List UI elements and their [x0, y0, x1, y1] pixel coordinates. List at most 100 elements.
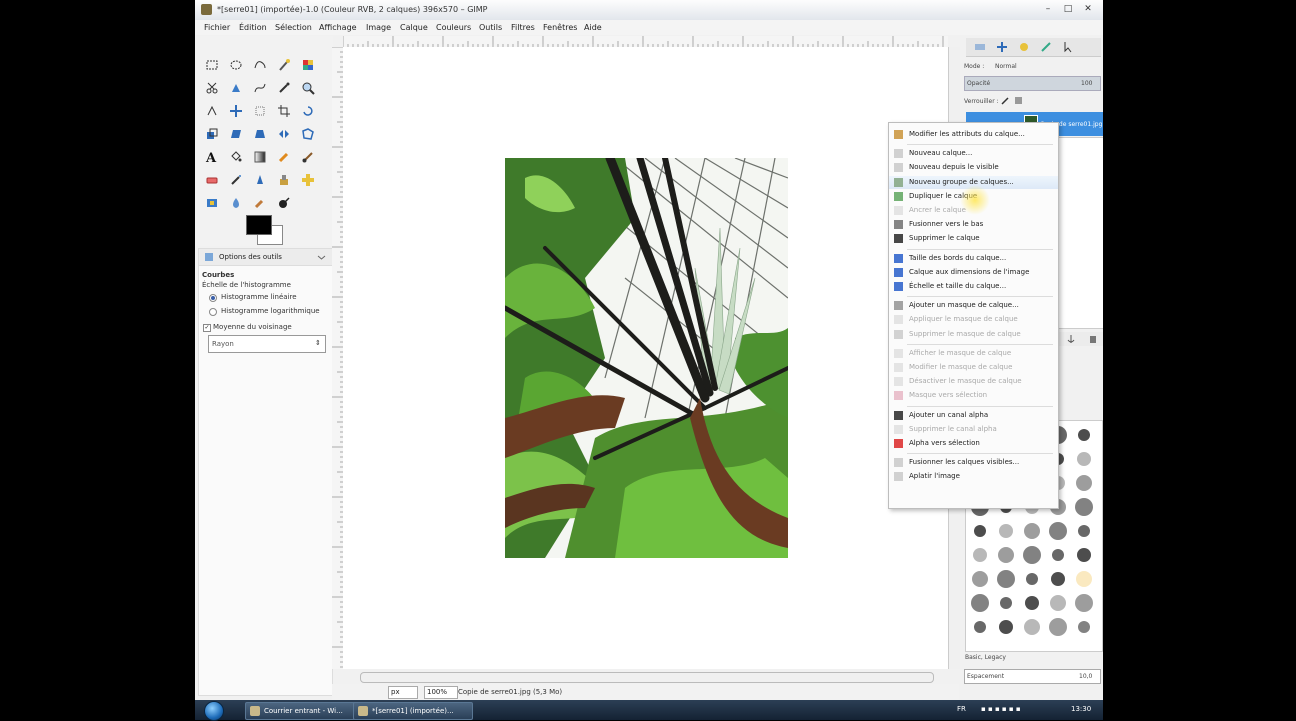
- tray-icons[interactable]: ▪ ▪ ▪ ▪ ▪ ▪: [981, 705, 1021, 713]
- context-menu-item[interactable]: Calque aux dimensions de l'image: [889, 266, 1058, 279]
- menu-calque[interactable]: Calque: [400, 23, 428, 32]
- brush-preset[interactable]: [1024, 523, 1040, 539]
- context-menu-item[interactable]: Nouveau calque...: [889, 147, 1058, 160]
- context-menu-item[interactable]: Aplatir l'image: [889, 470, 1058, 483]
- context-menu-item[interactable]: Ajouter un masque de calque...: [889, 299, 1058, 312]
- channels-tab-icon[interactable]: [996, 41, 1008, 53]
- start-button[interactable]: [204, 701, 224, 721]
- minimize-button[interactable]: –: [1039, 3, 1057, 16]
- lock-alpha-icon[interactable]: [1014, 96, 1023, 105]
- brush-preset[interactable]: [998, 547, 1014, 563]
- menu-aide[interactable]: Aide: [584, 23, 602, 32]
- averaging-checkbox[interactable]: ✓: [203, 324, 211, 332]
- pencil-icon[interactable]: [275, 148, 293, 166]
- brush-preset[interactable]: [1077, 452, 1091, 466]
- measure-icon[interactable]: [203, 102, 221, 120]
- log-histogram-radio[interactable]: [209, 308, 217, 316]
- rect-select-icon[interactable]: [203, 56, 221, 74]
- blur-icon[interactable]: [227, 194, 245, 212]
- brush-preset[interactable]: [1078, 621, 1090, 633]
- brush-preset[interactable]: [1075, 594, 1093, 612]
- brush-preset[interactable]: [1050, 595, 1066, 611]
- brush-preset[interactable]: [973, 548, 987, 562]
- eraser-icon[interactable]: [203, 171, 221, 189]
- brush-preset[interactable]: [1051, 572, 1065, 586]
- fuzzy-select-icon[interactable]: [275, 56, 293, 74]
- brush-preset[interactable]: [1078, 429, 1090, 441]
- crop-icon[interactable]: [275, 102, 293, 120]
- color-picker-icon[interactable]: [275, 79, 293, 97]
- context-menu-item[interactable]: Nouveau depuis le visible: [889, 161, 1058, 174]
- ellipse-select-icon[interactable]: [227, 56, 245, 74]
- brush-preset[interactable]: [1076, 475, 1092, 491]
- horizontal-scrollbar[interactable]: [360, 672, 934, 683]
- brush-preset[interactable]: [1000, 597, 1012, 609]
- zoom-select[interactable]: 100%: [424, 686, 458, 699]
- brush-preset[interactable]: [1025, 596, 1039, 610]
- rotate-icon[interactable]: [299, 102, 317, 120]
- opacity-slider[interactable]: Opacité 100: [964, 76, 1101, 91]
- brush-preset[interactable]: [1049, 618, 1067, 636]
- maximize-button[interactable]: □: [1059, 3, 1077, 16]
- paintbrush-icon[interactable]: [299, 148, 317, 166]
- smudge-icon[interactable]: [251, 194, 269, 212]
- delete-layer-icon[interactable]: [1088, 334, 1098, 344]
- menu-fichier[interactable]: Fichier: [204, 23, 230, 32]
- menu-outils[interactable]: Outils: [479, 23, 502, 32]
- align-icon[interactable]: [251, 102, 269, 120]
- gradient-icon[interactable]: [251, 148, 269, 166]
- cage-transform-icon[interactable]: [299, 125, 317, 143]
- shear-icon[interactable]: [227, 125, 245, 143]
- brush-preset[interactable]: [1024, 619, 1040, 635]
- move-icon[interactable]: [227, 102, 245, 120]
- brush-preset[interactable]: [1077, 548, 1091, 562]
- taskbar-mail[interactable]: Courrier entrant - Wi...: [245, 702, 365, 720]
- brush-preset[interactable]: [1026, 573, 1038, 585]
- brush-preset[interactable]: [1049, 522, 1067, 540]
- brush-preset[interactable]: [972, 571, 988, 587]
- brush-preset[interactable]: [1023, 546, 1041, 564]
- airbrush-icon[interactable]: [227, 171, 245, 189]
- flip-icon[interactable]: [275, 125, 293, 143]
- taskbar-gimp[interactable]: *[serre01] (importée)...: [353, 702, 473, 720]
- configure-tab-icon[interactable]: [317, 253, 326, 262]
- scissors-icon[interactable]: [203, 79, 221, 97]
- brush-preset[interactable]: [999, 524, 1013, 538]
- menu-image[interactable]: Image: [366, 23, 391, 32]
- menu-selection[interactable]: Sélection: [275, 23, 312, 32]
- brush-preset[interactable]: [999, 620, 1013, 634]
- ink-icon[interactable]: [251, 171, 269, 189]
- context-menu-item[interactable]: Fusionner les calques visibles...: [889, 456, 1058, 469]
- text-icon[interactable]: A: [203, 148, 221, 166]
- select-by-color-icon[interactable]: [299, 56, 317, 74]
- lock-pixels-icon[interactable]: [1001, 96, 1010, 105]
- context-menu-item[interactable]: Alpha vers sélection: [889, 437, 1058, 450]
- scale-icon[interactable]: [203, 125, 221, 143]
- clone-icon[interactable]: [275, 171, 293, 189]
- linear-histogram-radio[interactable]: [209, 294, 217, 302]
- menu-filtres[interactable]: Filtres: [511, 23, 535, 32]
- zoom-icon[interactable]: [299, 79, 317, 97]
- context-menu-item[interactable]: Taille des bords du calque...: [889, 252, 1058, 265]
- dodge-burn-icon[interactable]: [275, 194, 293, 212]
- brush-preset[interactable]: [1075, 498, 1093, 516]
- foreground-select-icon[interactable]: [227, 79, 245, 97]
- heal-icon[interactable]: [299, 171, 317, 189]
- unit-select[interactable]: px: [388, 686, 418, 699]
- context-menu-item[interactable]: Fusionner vers le bas: [889, 218, 1058, 231]
- menu-fenetres[interactable]: Fenêtres: [543, 23, 577, 32]
- context-menu-item[interactable]: Échelle et taille du calque...: [889, 280, 1058, 293]
- brush-preset[interactable]: [1052, 549, 1064, 561]
- bucket-fill-icon[interactable]: [227, 148, 245, 166]
- brush-preset[interactable]: [974, 621, 986, 633]
- brush-preset[interactable]: [971, 594, 989, 612]
- brush-preset[interactable]: [1078, 525, 1090, 537]
- close-button[interactable]: ✕: [1079, 3, 1097, 16]
- menu-affichage[interactable]: Affichage: [319, 23, 357, 32]
- context-menu-item[interactable]: Ajouter un canal alpha: [889, 409, 1058, 422]
- perspective-clone-icon[interactable]: [203, 194, 221, 212]
- mode-select[interactable]: Normal: [995, 63, 1017, 70]
- language-indicator[interactable]: FR: [957, 705, 966, 713]
- menu-couleurs[interactable]: Couleurs: [436, 23, 471, 32]
- spacing-slider[interactable]: Espacement 10,0: [964, 669, 1101, 684]
